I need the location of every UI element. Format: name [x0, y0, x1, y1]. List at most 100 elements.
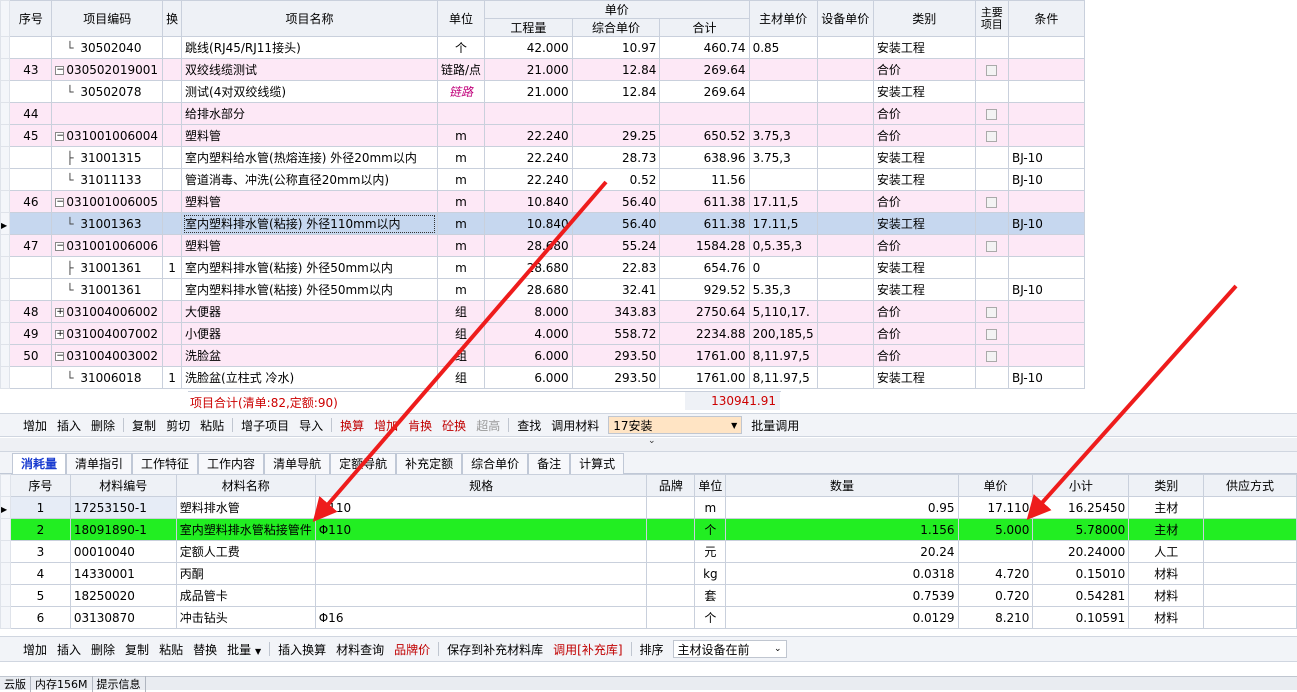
cut-button[interactable]: 剪切 — [161, 417, 195, 434]
cell-code[interactable] — [52, 103, 163, 125]
cell-main-item[interactable] — [975, 103, 1008, 125]
row-gutter[interactable] — [1, 367, 10, 389]
cell-total[interactable]: 638.96 — [660, 147, 749, 169]
row-gutter[interactable] — [1, 301, 10, 323]
mcell-code[interactable]: 17253150-1 — [70, 497, 176, 519]
cell-category[interactable]: 合价 — [873, 59, 975, 81]
mcol-seq[interactable]: 序号 — [10, 475, 70, 497]
mcell-price[interactable]: 5.000 — [958, 519, 1033, 541]
cell-qty[interactable]: 10.840 — [484, 213, 572, 235]
mcell-subtotal[interactable]: 0.15010 — [1033, 563, 1129, 585]
cell-name[interactable]: 室内塑料给水管(热熔连接) 外径20mm以内 — [182, 147, 438, 169]
cell-total[interactable] — [660, 103, 749, 125]
item-row[interactable]: ▶└31001363室内塑料排水管(粘接) 外径110mm以内m10.84056… — [1, 213, 1297, 235]
tab-2[interactable]: 工作特征 — [132, 453, 198, 474]
row-gutter[interactable] — [1, 37, 10, 59]
cell-name[interactable]: 大便器 — [182, 301, 438, 323]
mcell-seq[interactable]: 6 — [10, 607, 70, 629]
cell-main-mat[interactable]: 3.75,3 — [749, 147, 817, 169]
cell-unit[interactable]: 链路 — [437, 81, 484, 103]
cell-name[interactable]: 室内塑料排水管(粘接) 外径50mm以内 — [182, 279, 438, 301]
cell-qty[interactable]: 22.240 — [484, 147, 572, 169]
brand-price-button[interactable]: 品牌价 — [389, 641, 435, 658]
cell-equip[interactable] — [817, 213, 873, 235]
cell-seq[interactable] — [10, 367, 52, 389]
tab-9[interactable]: 计算式 — [570, 453, 624, 474]
item-row[interactable]: └310060181洗脸盆(立柱式 冷水)组6.000293.501761.00… — [1, 367, 1297, 389]
mat-paste-button[interactable]: 粘贴 — [154, 641, 188, 658]
cell-qty[interactable] — [484, 103, 572, 125]
cell-qty[interactable]: 42.000 — [484, 37, 572, 59]
cell-swap[interactable] — [163, 125, 182, 147]
cell-code[interactable]: −030502019001 — [52, 59, 163, 81]
cell-unit[interactable]: m — [437, 191, 484, 213]
mcell-seq[interactable]: 4 — [10, 563, 70, 585]
row-gutter[interactable] — [1, 235, 10, 257]
call-material-button[interactable]: 调用材料 — [546, 417, 604, 434]
cell-main-item[interactable] — [975, 345, 1008, 367]
mcell-qty[interactable]: 0.7539 — [726, 585, 958, 607]
cell-total[interactable]: 1584.28 — [660, 235, 749, 257]
row-gutter[interactable] — [1, 519, 11, 541]
cell-swap[interactable] — [163, 147, 182, 169]
collapse-icon[interactable]: − — [55, 198, 64, 207]
mcell-seq[interactable]: 5 — [10, 585, 70, 607]
cell-category[interactable]: 安装工程 — [873, 169, 975, 191]
mcell-brand[interactable] — [647, 585, 695, 607]
cell-unit[interactable]: 组 — [437, 345, 484, 367]
cell-equip[interactable] — [817, 147, 873, 169]
cell-equip[interactable] — [817, 257, 873, 279]
cell-price[interactable]: 293.50 — [572, 345, 660, 367]
cell-equip[interactable] — [817, 59, 873, 81]
cell-category[interactable]: 合价 — [873, 301, 975, 323]
item-row[interactable]: 50−031004003002洗脸盆组6.000293.501761.008,1… — [1, 345, 1297, 367]
row-gutter[interactable]: ▶ — [1, 497, 11, 519]
sort-select[interactable]: 主材设备在前 ⌄ — [673, 640, 787, 658]
mat-delete-button[interactable]: 删除 — [86, 641, 120, 658]
main-item-checkbox[interactable] — [986, 351, 997, 362]
mcell-brand[interactable] — [647, 541, 695, 563]
cell-swap[interactable]: 1 — [163, 257, 182, 279]
cell-main-mat[interactable]: 8,11.97,5 — [749, 367, 817, 389]
cell-cond[interactable] — [1008, 345, 1084, 367]
cell-price[interactable]: 343.83 — [572, 301, 660, 323]
mcell-supply[interactable] — [1204, 519, 1297, 541]
col-swap[interactable]: 换 — [163, 1, 182, 37]
mcell-price[interactable]: 4.720 — [958, 563, 1033, 585]
mcell-code[interactable]: 18250020 — [70, 585, 176, 607]
add-red-button[interactable]: 增加 — [369, 417, 403, 434]
cell-code[interactable]: └31001361 — [52, 279, 163, 301]
cell-main-mat[interactable]: 0 — [749, 257, 817, 279]
row-gutter[interactable] — [1, 257, 10, 279]
cell-swap[interactable] — [163, 235, 182, 257]
row-gutter[interactable] — [1, 607, 11, 629]
cell-category[interactable]: 合价 — [873, 103, 975, 125]
cell-seq[interactable] — [10, 81, 52, 103]
cell-category[interactable]: 安装工程 — [873, 213, 975, 235]
mcell-supply[interactable] — [1204, 607, 1297, 629]
ken-swap-button[interactable]: 肯换 — [403, 417, 437, 434]
cell-category[interactable]: 安装工程 — [873, 279, 975, 301]
cell-main-item[interactable] — [975, 323, 1008, 345]
mcol-qty[interactable]: 数量 — [726, 475, 958, 497]
over-height-button[interactable]: 超高 — [471, 417, 505, 434]
cell-equip[interactable] — [817, 345, 873, 367]
cell-total[interactable]: 654.76 — [660, 257, 749, 279]
mat-add-button[interactable]: 增加 — [18, 641, 52, 658]
tab-0[interactable]: 消耗量 — [12, 453, 66, 475]
mcell-unit[interactable]: 个 — [695, 607, 726, 629]
material-row[interactable]: 300010040定额人工费元20.2420.24000人工 — [1, 541, 1297, 563]
cell-cond[interactable]: BJ-10 — [1008, 147, 1084, 169]
cell-qty[interactable]: 6.000 — [484, 345, 572, 367]
cell-swap[interactable] — [163, 345, 182, 367]
row-gutter[interactable] — [1, 169, 10, 191]
mcell-name[interactable]: 定额人工费 — [176, 541, 315, 563]
mcell-supply[interactable] — [1204, 497, 1297, 519]
row-gutter[interactable] — [1, 191, 10, 213]
cell-name[interactable]: 管道消毒、冲洗(公称直径20mm以内) — [182, 169, 438, 191]
cell-swap[interactable] — [163, 213, 182, 235]
cell-cond[interactable] — [1008, 59, 1084, 81]
mat-batch-button[interactable]: 批量 ▼ — [222, 641, 266, 658]
col-seq[interactable]: 序号 — [10, 1, 52, 37]
cell-code[interactable]: ├31001361 — [52, 257, 163, 279]
